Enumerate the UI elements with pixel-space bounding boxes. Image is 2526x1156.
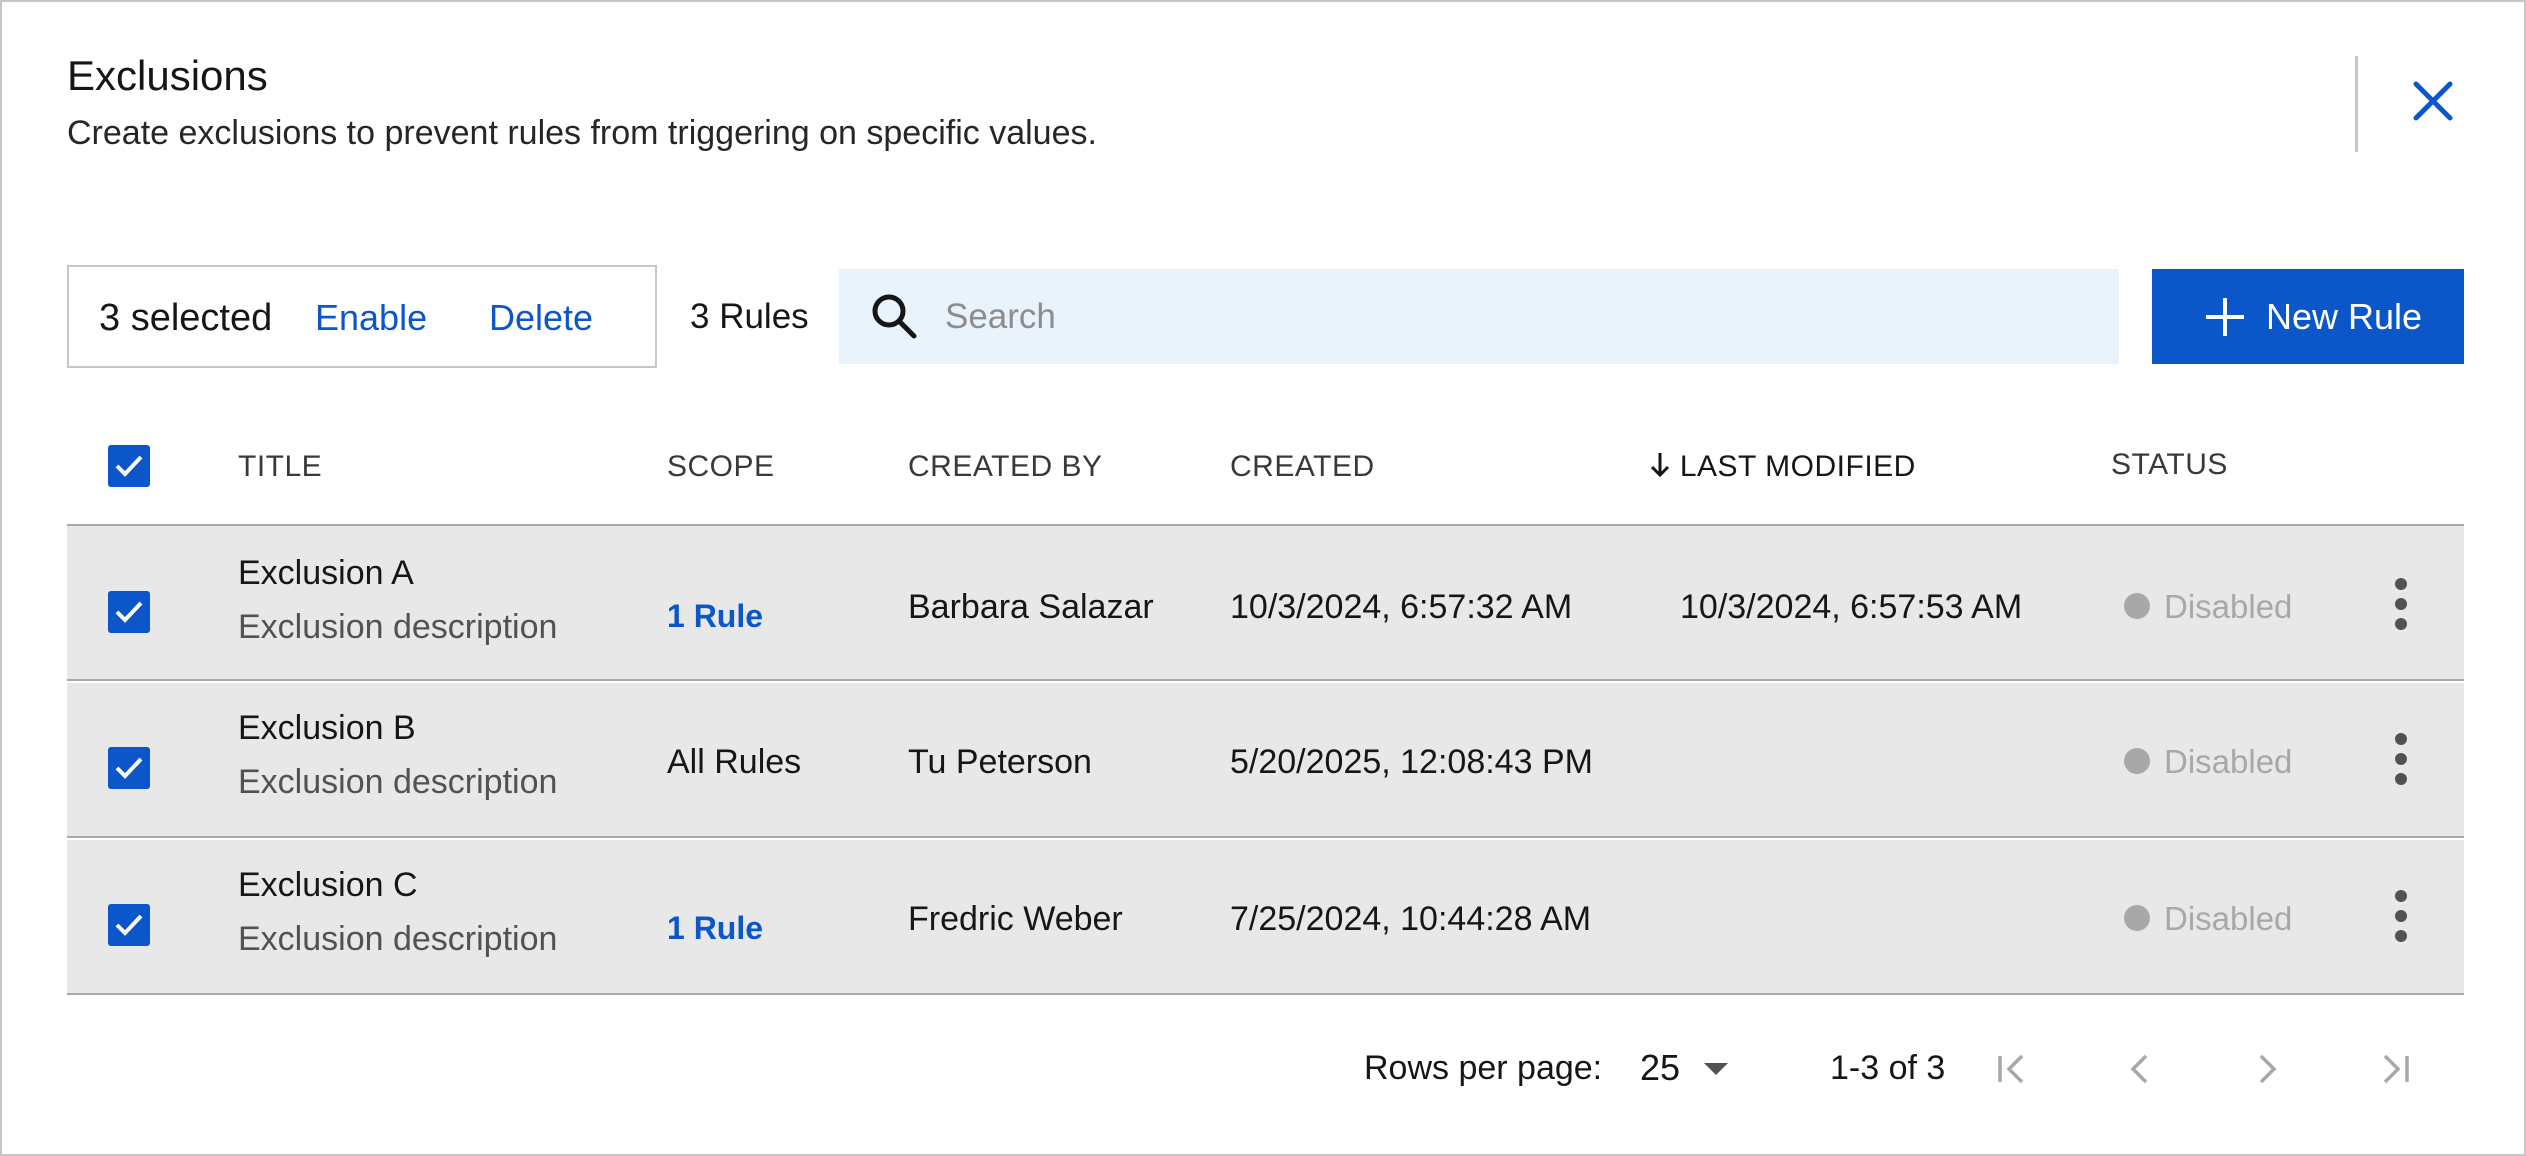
row-title: Exclusion B	[238, 709, 416, 747]
table-row: Exclusion A Exclusion description 1 Rule…	[67, 526, 2464, 681]
last-page-button[interactable]	[2367, 1042, 2421, 1096]
checkmark-icon	[115, 757, 143, 779]
row-overflow-menu-button[interactable]	[2386, 576, 2416, 636]
row-status: Disabled	[2164, 743, 2293, 780]
row-title: Exclusion A	[238, 554, 414, 592]
column-header-created[interactable]: CREATED	[1230, 450, 1375, 484]
page-last-icon	[2383, 1054, 2409, 1084]
selected-count: 3 selected	[99, 297, 273, 339]
row-overflow-menu-button[interactable]	[2386, 731, 2416, 791]
checkmark-icon	[115, 914, 143, 936]
row-status: Disabled	[2164, 588, 2293, 625]
column-header-status[interactable]: STATUS	[2111, 448, 2228, 482]
close-button[interactable]	[2402, 70, 2464, 132]
row-created-by: Barbara Salazar	[908, 588, 1154, 626]
row-scope-link[interactable]: 1 Rule	[667, 910, 763, 947]
row-created: 5/20/2025, 12:08:43 PM	[1230, 743, 1593, 781]
dialog-subtitle: Create exclusions to prevent rules from …	[67, 114, 1097, 152]
enable-button[interactable]: Enable	[315, 297, 427, 339]
next-page-button[interactable]	[2240, 1042, 2294, 1096]
close-icon	[2413, 81, 2453, 121]
checkmark-icon	[115, 455, 143, 477]
rows-per-page-value: 25	[1640, 1047, 1681, 1088]
batch-actions-bar: 3 selected Enable Delete	[67, 265, 657, 368]
row-scope: All Rules	[667, 743, 802, 781]
caret-down-icon	[1704, 1063, 1728, 1075]
previous-page-button[interactable]	[2113, 1042, 2167, 1096]
row-scope-link[interactable]: 1 Rule	[667, 598, 763, 635]
row-title: Exclusion C	[238, 866, 418, 904]
exclusions-dialog: Exclusions Create exclusions to prevent …	[0, 0, 2526, 1156]
search-bar	[839, 269, 2119, 364]
row-description: Exclusion description	[238, 920, 558, 958]
new-rule-label: New Rule	[2266, 296, 2423, 337]
arrow-down-icon	[1650, 453, 1670, 478]
chevron-left-icon	[2130, 1054, 2148, 1084]
column-header-last-modified-label: LAST MODIFIED	[1679, 450, 1916, 483]
page-first-icon	[1998, 1054, 2024, 1084]
row-created: 7/25/2024, 10:44:28 AM	[1230, 900, 1592, 938]
new-rule-button[interactable]: New Rule	[2152, 269, 2464, 364]
page-range: 1-3 of 3	[1830, 1049, 1946, 1087]
first-page-button[interactable]	[1986, 1042, 2040, 1096]
row-description: Exclusion description	[238, 763, 558, 801]
row-created: 10/3/2024, 6:57:32 AM	[1230, 588, 1573, 626]
status-dot-icon	[2124, 593, 2150, 619]
plus-icon	[2206, 298, 2244, 336]
row-created-by: Fredric Weber	[908, 900, 1123, 938]
row-last-modified: 10/3/2024, 6:57:53 AM	[1680, 588, 2023, 626]
table-row: Exclusion C Exclusion description 1 Rule…	[67, 840, 2464, 995]
table-row: Exclusion B Exclusion description All Ru…	[67, 683, 2464, 838]
header-divider	[2355, 56, 2358, 152]
row-checkbox[interactable]	[108, 904, 150, 946]
row-checkbox[interactable]	[108, 591, 150, 633]
rows-per-page-select[interactable]: 25	[1640, 1045, 1740, 1095]
search-input[interactable]	[945, 269, 2095, 364]
overflow-menu-vertical-icon	[2395, 578, 2407, 590]
row-created-by: Tu Peterson	[908, 743, 1092, 781]
overflow-menu-vertical-icon	[2395, 733, 2407, 745]
select-all-checkbox[interactable]	[108, 445, 150, 487]
status-dot-icon	[2124, 905, 2150, 931]
column-header-created-by[interactable]: CREATED BY	[908, 450, 1102, 484]
status-dot-icon	[2124, 748, 2150, 774]
search-icon	[872, 294, 917, 339]
rules-count: 3 Rules	[690, 297, 809, 336]
rows-per-page-label: Rows per page:	[1364, 1049, 1603, 1087]
row-status: Disabled	[2164, 900, 2293, 937]
row-overflow-menu-button[interactable]	[2386, 888, 2416, 948]
delete-button[interactable]: Delete	[489, 297, 593, 339]
checkmark-icon	[115, 601, 143, 623]
row-description: Exclusion description	[238, 608, 558, 646]
column-header-last-modified[interactable]: LAST MODIFIED	[1649, 450, 1916, 484]
row-checkbox[interactable]	[108, 747, 150, 789]
column-header-scope[interactable]: SCOPE	[667, 450, 775, 484]
dialog-title: Exclusions	[67, 52, 268, 99]
overflow-menu-vertical-icon	[2395, 890, 2407, 902]
column-header-title[interactable]: TITLE	[238, 450, 322, 484]
chevron-right-icon	[2259, 1054, 2277, 1084]
